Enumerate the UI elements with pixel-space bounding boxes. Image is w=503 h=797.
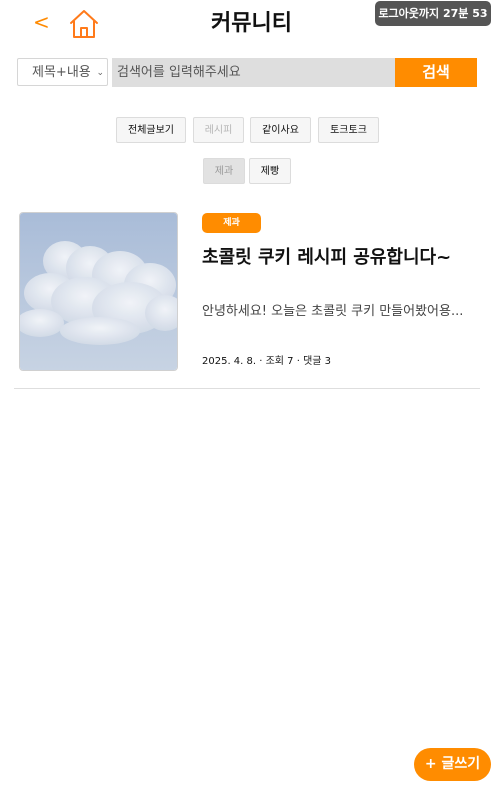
logout-timer-badge: 로그아웃까지 27분 53초 — [375, 1, 491, 45]
search-filter-select[interactable]: 제목+내용 ⌄ — [17, 58, 108, 86]
category-tab-talk[interactable]: 토크토크 — [318, 117, 379, 143]
subcategory-tab-pastry[interactable]: 제과 — [203, 158, 245, 184]
category-tab-buy-together[interactable]: 같이사요 — [250, 117, 311, 143]
post-meta: 2025. 4. 8. · 조회 7 · 댓글 3 — [202, 356, 332, 367]
post-list-item[interactable]: 제과 초콜릿 쿠키 레시피 공유합니다~ 안녕하세요! 오늘은 초콜릿 쿠키 만… — [14, 204, 480, 389]
search-bar: 제목+내용 ⌄ 검색 — [17, 58, 477, 88]
search-input[interactable] — [112, 58, 396, 87]
post-title[interactable]: 초콜릿 쿠키 레시피 공유합니다~ — [202, 244, 451, 272]
subcategory-tab-bread[interactable]: 제빵 — [249, 158, 291, 184]
post-thumbnail — [19, 212, 178, 371]
chevron-down-icon: ⌄ — [96, 68, 104, 78]
category-tab-recipe[interactable]: 레시피 — [193, 117, 244, 143]
search-button[interactable]: 검색 — [395, 58, 477, 87]
post-category-badge: 제과 — [202, 213, 261, 233]
write-post-button[interactable]: + 글쓰기 — [414, 748, 491, 781]
search-filter-value: 제목+내용 — [32, 65, 91, 80]
post-excerpt: 안녕하세요! 오늘은 초콜릿 쿠키 만들어봤어용... — [202, 304, 464, 319]
category-tab-all[interactable]: 전체글보기 — [116, 117, 186, 143]
